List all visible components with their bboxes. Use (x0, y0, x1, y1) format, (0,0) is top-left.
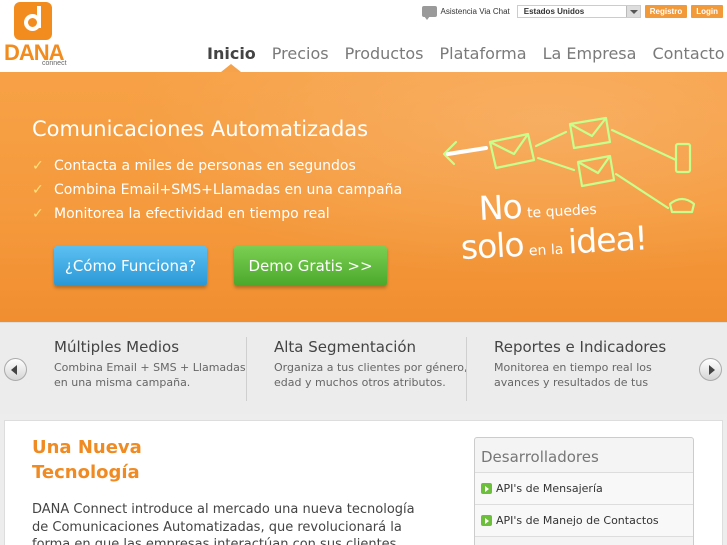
arrow-icon (481, 515, 492, 526)
nav-productos[interactable]: Productos (345, 42, 424, 66)
chevron-down-icon (625, 5, 640, 17)
feature-desc: Monitorea en tiempo real los avances y r… (494, 361, 652, 389)
page: DANA connect Asistencia Via Chat Estados… (0, 0, 727, 545)
envelope-icon (488, 132, 536, 170)
header: DANA connect Asistencia Via Chat Estados… (0, 0, 727, 72)
check-icon: ✓ (32, 158, 44, 174)
dev-link-contactos[interactable]: API's de Manejo de Contactos (475, 505, 693, 537)
content-panel: Una Nueva Tecnología DANA Connect introd… (4, 420, 723, 545)
divider (466, 337, 467, 401)
envelope-icon (568, 116, 612, 150)
hero-headline: Comunicaciones Automatizadas (32, 117, 369, 141)
arrow-icon (534, 130, 568, 148)
nav-inicio[interactable]: Inicio (207, 42, 256, 66)
slogan: No te quedes solo en la idea! (459, 186, 648, 267)
nav-la-empresa[interactable]: La Empresa (543, 42, 637, 66)
demo-gratis-button[interactable]: Demo Gratis >> (234, 246, 387, 286)
feature-desc: Combina Email + SMS + Llamadas en una mi… (54, 361, 246, 389)
country-value: Estados Unidos (523, 6, 585, 16)
chat-icon[interactable] (421, 5, 437, 20)
main-nav: Inicio Precios Productos Plataforma La E… (200, 42, 727, 66)
feature-title: Alta Segmentación (274, 338, 417, 356)
registro-button[interactable]: Registro (644, 4, 688, 18)
check-icon: ✓ (32, 182, 44, 198)
hero-bullet: ✓ Contacta a miles de personas en segundo… (32, 158, 356, 174)
developers-title: Desarrolladores (475, 438, 693, 473)
como-funciona-button[interactable]: ¿Cómo Funciona? (54, 246, 207, 286)
arrow-icon (536, 156, 576, 172)
feature-desc: Organiza a tus clientes por género, edad… (274, 361, 468, 389)
divider (246, 337, 247, 401)
top-bar: Asistencia Via Chat Estados Unidos Regis… (421, 3, 723, 20)
logo[interactable]: DANA connect (0, 0, 76, 70)
section-title: Una Nueva Tecnología (32, 437, 142, 483)
hero-bullet: ✓ Combina Email+SMS+Llamadas en una campa… (32, 182, 403, 198)
check-icon: ✓ (32, 206, 44, 222)
hero-banner: Comunicaciones Automatizadas ✓ Contacta a… (0, 72, 727, 322)
logo-sub: connect (42, 60, 67, 67)
feature-item: Múltiples Medios Combina Email + SMS + L… (54, 337, 254, 409)
feature-item: Alta Segmentación Organiza a tus cliente… (274, 337, 474, 409)
nav-contacto[interactable]: Contacto (652, 42, 724, 66)
feature-title: Múltiples Medios (54, 338, 180, 356)
arrow-icon (481, 483, 492, 494)
section-body: DANA Connect introduce al mercado una nu… (32, 502, 415, 545)
logo-mark (14, 2, 52, 40)
developers-box: Desarrolladores API's de Mensajería API'… (474, 437, 694, 545)
phone-icon (674, 142, 692, 174)
carousel-prev-icon[interactable] (4, 358, 27, 381)
carousel-next-icon[interactable] (699, 358, 722, 381)
features-carousel: Múltiples Medios Combina Email + SMS + L… (0, 322, 727, 414)
login-button[interactable]: Login (691, 4, 723, 18)
nav-plataforma[interactable]: Plataforma (439, 42, 526, 66)
country-select[interactable]: Estados Unidos (516, 4, 641, 18)
nav-active-pointer (221, 64, 241, 72)
nav-precios[interactable]: Precios (272, 42, 329, 66)
feature-item: Reportes e Indicadores Monitorea en tiem… (494, 337, 694, 409)
arrow-icon (610, 128, 678, 162)
hero-bullet: ✓ Monitorea la efectividad en tiempo real (32, 206, 330, 222)
feature-title: Reportes e Indicadores (494, 338, 667, 356)
chat-link[interactable]: Asistencia Via Chat (441, 7, 510, 16)
dev-link-mensajeria[interactable]: API's de Mensajería (475, 473, 693, 505)
